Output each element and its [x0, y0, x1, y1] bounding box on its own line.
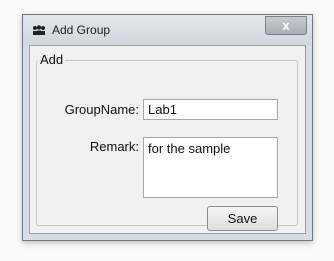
group-name-label: GroupName:: [64, 102, 139, 117]
groupbox-title: Add: [38, 52, 66, 67]
screenshot-stage: Add Group x Add GroupName: Lab1 Remark: …: [0, 0, 334, 261]
remark-textarea[interactable]: for the sample: [143, 137, 278, 198]
group-name-input[interactable]: Lab1: [143, 99, 278, 120]
group-icon: [33, 25, 45, 35]
window-title: Add Group: [52, 23, 111, 37]
save-button[interactable]: Save: [207, 206, 278, 231]
dialog-client-area: Add GroupName: Lab1 Remark: for the samp…: [29, 45, 306, 234]
title-bar[interactable]: Add Group x: [23, 15, 312, 45]
remark-label: Remark:: [89, 139, 139, 154]
add-group-window: Add Group x Add GroupName: Lab1 Remark: …: [22, 14, 313, 241]
close-button[interactable]: x: [265, 16, 307, 35]
close-icon: x: [282, 18, 290, 33]
